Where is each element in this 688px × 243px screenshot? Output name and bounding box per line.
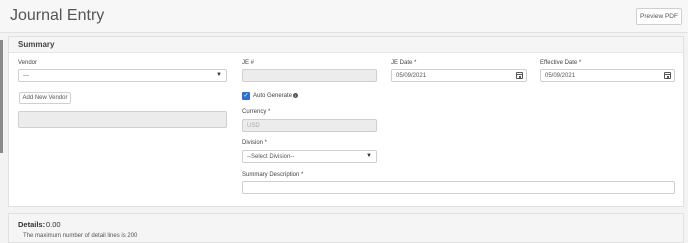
details-note: The maximum number of detail lines is 20… [23, 233, 138, 239]
currency-label: Currency * [242, 109, 271, 115]
chevron-down-icon: ▼ [366, 153, 372, 159]
effective-date-label: Effective Date * [540, 60, 582, 66]
division-select-value: --Select Division-- [247, 154, 295, 160]
division-select[interactable]: --Select Division-- ▼ [242, 150, 377, 163]
division-label: Division * [242, 140, 268, 146]
chevron-down-icon: ▼ [216, 72, 222, 78]
je-date-label: JE Date * [391, 60, 417, 66]
calendar-icon[interactable] [664, 72, 671, 79]
summary-header: Summary [9, 37, 683, 53]
effective-date-input[interactable]: 05/09/2021 [540, 69, 675, 82]
auto-generate-label: Auto Generate i [253, 93, 299, 99]
calendar-icon[interactable] [516, 72, 523, 79]
details-label: Details: [18, 220, 46, 229]
left-rail [0, 40, 3, 153]
top-header: Journal Entry Preview PDF [0, 0, 688, 33]
summary-description-label: Summary Description * [242, 172, 304, 178]
preview-pdf-button[interactable]: Preview PDF [636, 8, 682, 25]
add-new-vendor-button[interactable]: Add New Vendor [19, 92, 71, 104]
check-icon: ✓ [243, 93, 249, 99]
currency-input[interactable]: USD [242, 119, 377, 132]
details-total: 0.00 [46, 220, 61, 229]
vendor-details-box [18, 111, 227, 128]
vendor-select[interactable]: --- ▼ [18, 69, 227, 82]
summary-description-input[interactable] [242, 181, 675, 194]
je-number-input[interactable] [242, 69, 377, 82]
je-date-value: 05/09/2021 [396, 73, 427, 79]
vendor-label: Vendor [18, 60, 38, 66]
summary-title: Summary [18, 40, 55, 49]
je-date-input[interactable]: 05/09/2021 [391, 69, 527, 82]
summary-panel: Summary Vendor --- ▼ Add New Vendor JE #… [8, 36, 684, 207]
page-title: Journal Entry [10, 7, 105, 24]
auto-generate-checkbox[interactable]: ✓ [242, 92, 250, 100]
je-number-label: JE # [242, 60, 255, 66]
effective-date-value: 05/09/2021 [545, 73, 576, 79]
details-section: Details: 0.00 The maximum number of deta… [8, 213, 684, 243]
info-icon[interactable]: i [293, 93, 299, 98]
vendor-select-value: --- [23, 73, 29, 79]
